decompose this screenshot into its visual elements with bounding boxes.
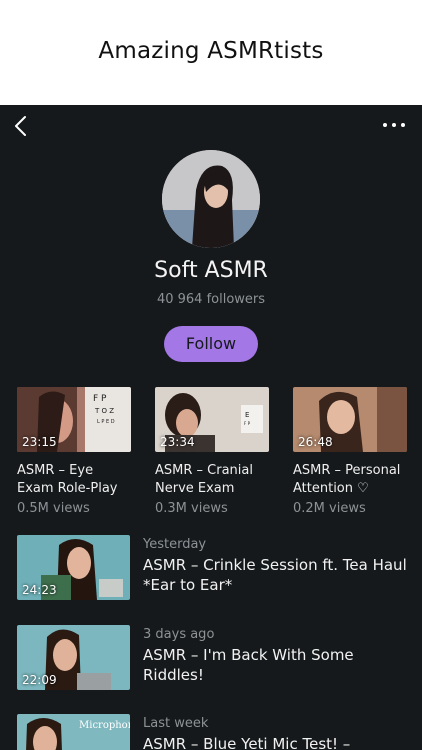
video-views: 0.2M views: [293, 501, 366, 516]
channel-avatar[interactable]: [162, 150, 260, 248]
video-duration: 22:09: [22, 673, 57, 687]
svg-text:F P: F P: [93, 394, 107, 404]
video-thumbnail: 26:48: [293, 387, 407, 452]
video-title: ASMR – I'm Back With Some Riddles!: [143, 646, 354, 684]
video-title: ASMR – Cranial Nerve Exam: [155, 463, 253, 496]
channel-name: Soft ASMR: [154, 258, 268, 283]
video-views: 0.3M views: [155, 501, 228, 516]
video-thumbnail: E F P 23:34: [155, 387, 269, 452]
video-title: ASMR – Eye Exam Role-Play: [17, 463, 118, 496]
video-duration: 23:34: [160, 435, 195, 449]
video-duration: 24:23: [22, 583, 57, 597]
video-duration: 23:15: [22, 435, 57, 449]
video-thumbnail: 22:09: [17, 625, 130, 690]
svg-text:F P: F P: [244, 421, 251, 426]
video-date: 3 days ago: [143, 627, 215, 642]
promo-banner: Amazing ASMRtists: [0, 0, 422, 105]
banner-title: Amazing ASMRtists: [98, 38, 324, 64]
chevron-left-icon: [15, 116, 26, 136]
list-video-item[interactable]: 24:23 Yesterday ASMR – Crinkle Session f…: [17, 535, 417, 601]
video-date: Last week: [143, 716, 209, 731]
grid-video-card[interactable]: F P T O Z L P E D 23:15 ASMR – Eye Exam …: [17, 387, 131, 516]
follower-count: 40 964 followers: [156, 292, 266, 307]
video-title: ASMR – Personal Attention ♡: [293, 463, 401, 496]
thumbnail-text: Microphone Test: [79, 720, 130, 731]
video-thumbnail: F P T O Z L P E D 23:15: [17, 387, 131, 452]
more-options-button[interactable]: [382, 117, 406, 133]
more-horizontal-icon: [383, 123, 405, 127]
video-title: ASMR – Crinkle Session ft. Tea Haul *Ear…: [143, 556, 407, 594]
svg-text:T O Z: T O Z: [94, 407, 114, 415]
grid-video-card[interactable]: 26:48 ASMR – Personal Attention ♡ 0.2M v…: [293, 387, 407, 516]
list-video-item[interactable]: Microphone Test Last week ASMR – Blue Ye…: [17, 714, 417, 750]
svg-text:E: E: [245, 411, 249, 419]
follow-button[interactable]: Follow: [164, 326, 258, 362]
video-views: 0.5M views: [17, 501, 90, 516]
back-button[interactable]: [10, 115, 34, 139]
svg-text:L P E D: L P E D: [97, 419, 115, 425]
grid-video-card[interactable]: E F P 23:34 ASMR – Cranial Nerve Exam 0.…: [155, 387, 269, 516]
video-duration: 26:48: [298, 435, 333, 449]
video-title: ASMR – Blue Yeti Mic Test! –: [143, 735, 351, 750]
avatar-image: [162, 150, 260, 248]
video-thumbnail: 24:23: [17, 535, 130, 600]
video-date: Yesterday: [143, 537, 207, 552]
list-video-item[interactable]: 22:09 3 days ago ASMR – I'm Back With So…: [17, 625, 417, 691]
video-thumbnail: Microphone Test: [17, 714, 130, 750]
channel-screen: Soft ASMR 40 964 followers Follow F P T …: [0, 105, 422, 750]
